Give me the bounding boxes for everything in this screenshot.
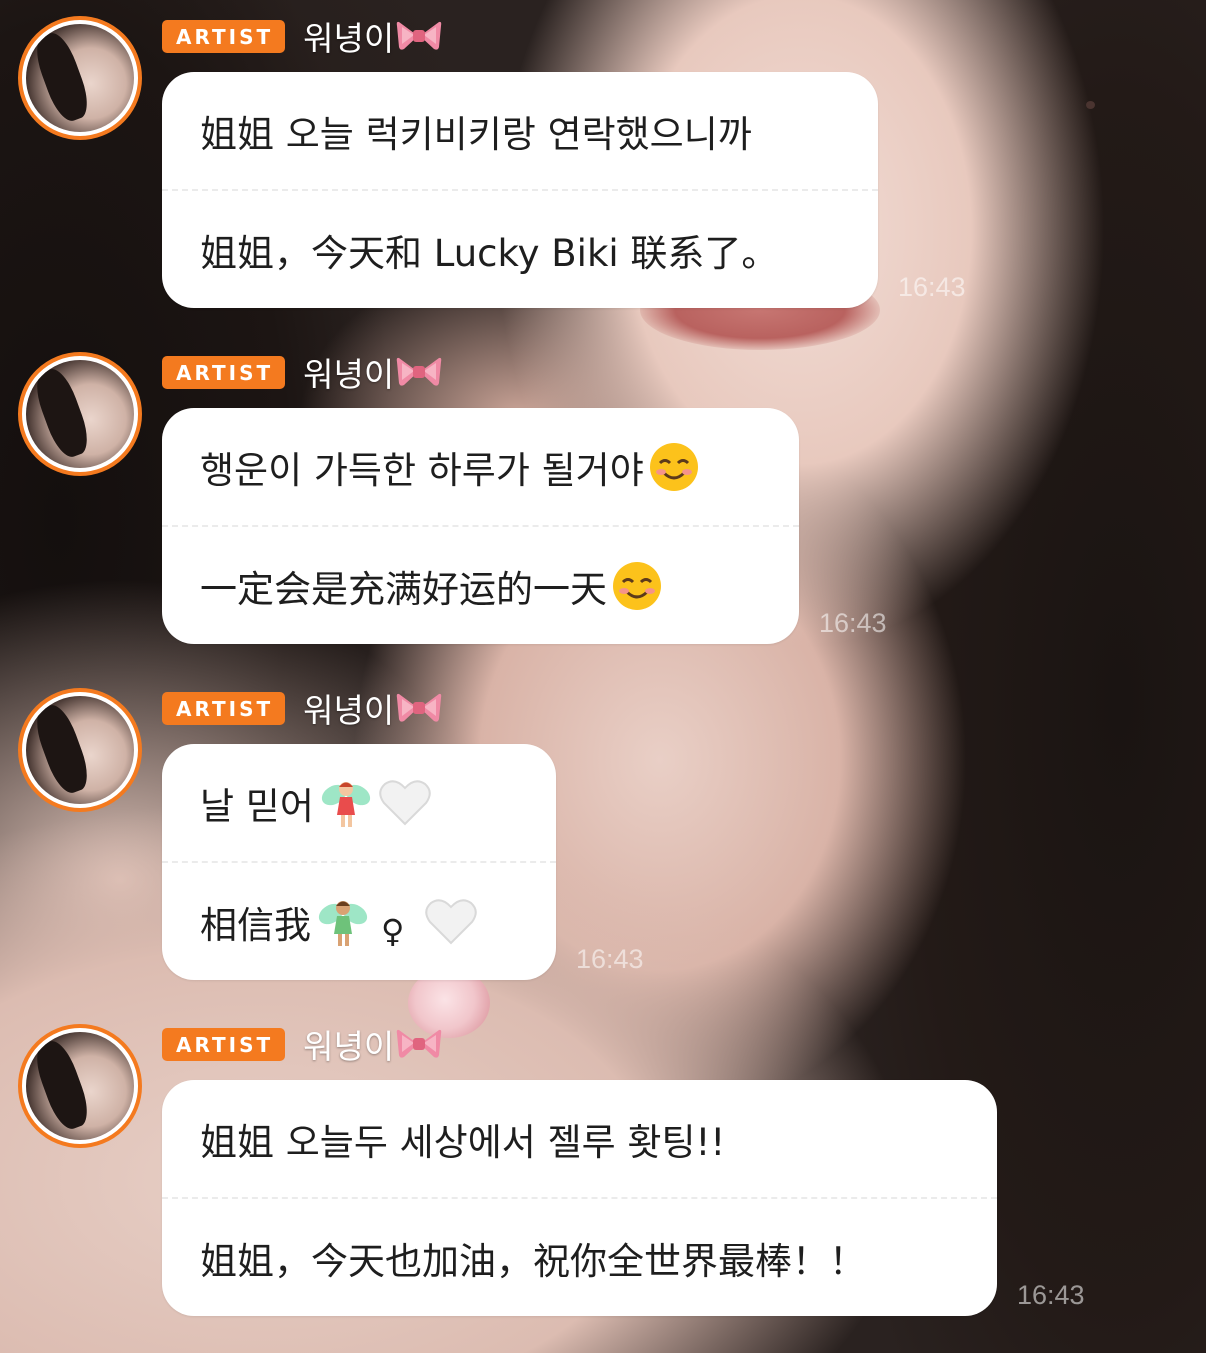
message-text-korean: 날 믿어 [200, 784, 314, 828]
ribbon-bow-icon [396, 693, 442, 722]
message-timestamp: 16:43 [1017, 1280, 1085, 1310]
artist-badge: ARTIST [162, 691, 286, 725]
message-text-korean: 姐姐 오늘두 세상에서 젤루 홧팅!! [200, 1120, 726, 1164]
message-text-translation: 相信我 [200, 903, 311, 947]
message-text-korean: 姐姐 오늘 럭키비키랑 연락했으니까 [200, 112, 752, 156]
sender-name: 워녕이 [303, 348, 442, 396]
avatar[interactable] [18, 688, 142, 812]
message-bubble[interactable]: 날 믿어 相信我 ♀ [162, 744, 556, 980]
message-timestamp: 16:43 [576, 944, 644, 974]
sender-name: 워녕이 [303, 684, 442, 732]
message-timestamp: 16:43 [898, 272, 966, 302]
ribbon-bow-icon [396, 21, 442, 50]
message-bubble[interactable]: 姐姐 오늘두 세상에서 젤루 홧팅!! 姐姐，今天也加油，祝你全世界最棒！！ [162, 1080, 997, 1316]
message-bubble[interactable]: 姐姐 오늘 럭키비키랑 연락했으니까 姐姐，今天和 Lucky Biki 联系了… [162, 72, 878, 308]
white-heart-icon [379, 779, 431, 825]
smiling-face-icon [613, 561, 661, 610]
ribbon-bow-icon [396, 1029, 442, 1058]
artist-badge: ARTIST [162, 19, 286, 53]
fairy-icon [321, 781, 371, 827]
smiling-face-icon [649, 442, 698, 491]
fairy-icon [318, 900, 368, 946]
ribbon-bow-icon [396, 357, 442, 386]
sender-name: 워녕이 [303, 12, 442, 60]
message-timestamp: 16:43 [819, 608, 887, 638]
message-bubble[interactable]: 행운이 가득한 하루가 될거야 一定会是充满好运的一天 [162, 408, 799, 644]
message-text-translation: 一定会是充满好运的一天 [200, 567, 607, 611]
message-text-translation: 姐姐，今天和 Lucky Biki 联系了。 [200, 231, 779, 275]
avatar[interactable] [18, 16, 142, 140]
avatar[interactable] [18, 1024, 142, 1148]
white-heart-icon [425, 898, 478, 944]
avatar[interactable] [18, 352, 142, 476]
message-text-translation: 姐姐，今天也加油，祝你全世界最棒！！ [200, 1239, 866, 1283]
sender-name: 워녕이 [303, 1020, 442, 1068]
message-text-korean: 행운이 가득한 하루가 될거야 [200, 448, 644, 492]
artist-badge: ARTIST [162, 355, 286, 389]
artist-badge: ARTIST [162, 1027, 286, 1061]
female-sign-icon: ♀ [381, 911, 405, 950]
